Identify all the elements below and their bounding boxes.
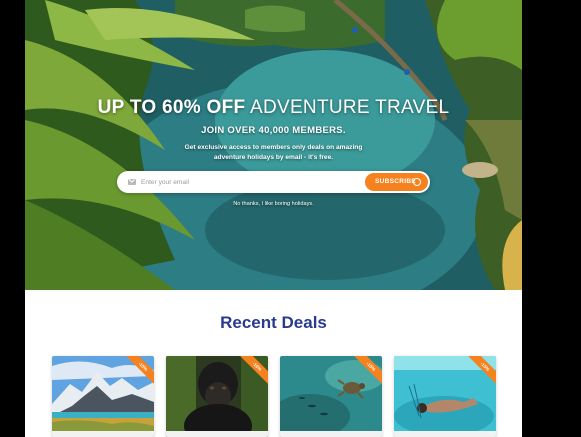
deal-caption	[394, 431, 496, 437]
email-input[interactable]	[141, 175, 361, 189]
deal-card-snorkeling[interactable]: -15%	[394, 356, 496, 437]
deal-card-patagonia[interactable]: -15%	[52, 356, 154, 437]
hero-banner: UP TO 60% OFF ADVENTURE TRAVEL JOIN OVER…	[25, 0, 522, 290]
headline: UP TO 60% OFF ADVENTURE TRAVEL	[25, 97, 522, 119]
headline-subject: ADVENTURE TRAVEL	[249, 97, 450, 118]
headline-offer: UP TO 60% OFF	[97, 97, 246, 118]
deal-caption	[52, 431, 154, 437]
deal-card-sea-turtle[interactable]: -15%	[280, 356, 382, 437]
deal-caption	[166, 431, 268, 437]
recent-deals-title: Recent Deals	[220, 313, 327, 332]
hero-content: UP TO 60% OFF ADVENTURE TRAVEL JOIN OVER…	[25, 0, 522, 290]
no-thanks-link[interactable]: No thanks, I like boring holidays.	[25, 201, 522, 207]
members-count: JOIN OVER 40,000 MEMBERS.	[201, 125, 346, 136]
subscribe-label: SUBSCRIBE	[375, 178, 416, 185]
deal-caption	[280, 431, 382, 437]
circle-arrow-icon	[413, 178, 421, 186]
subscribe-modal: UP TO 60% OFF ADVENTURE TRAVEL JOIN OVER…	[25, 0, 522, 437]
envelope-icon	[128, 179, 136, 185]
deal-card-gorilla[interactable]: -10%	[166, 356, 268, 437]
subscribe-button[interactable]: SUBSCRIBE	[365, 173, 428, 191]
signup-description: Get exclusive access to members only dea…	[184, 144, 363, 161]
signup-form: SUBSCRIBE	[117, 171, 430, 193]
